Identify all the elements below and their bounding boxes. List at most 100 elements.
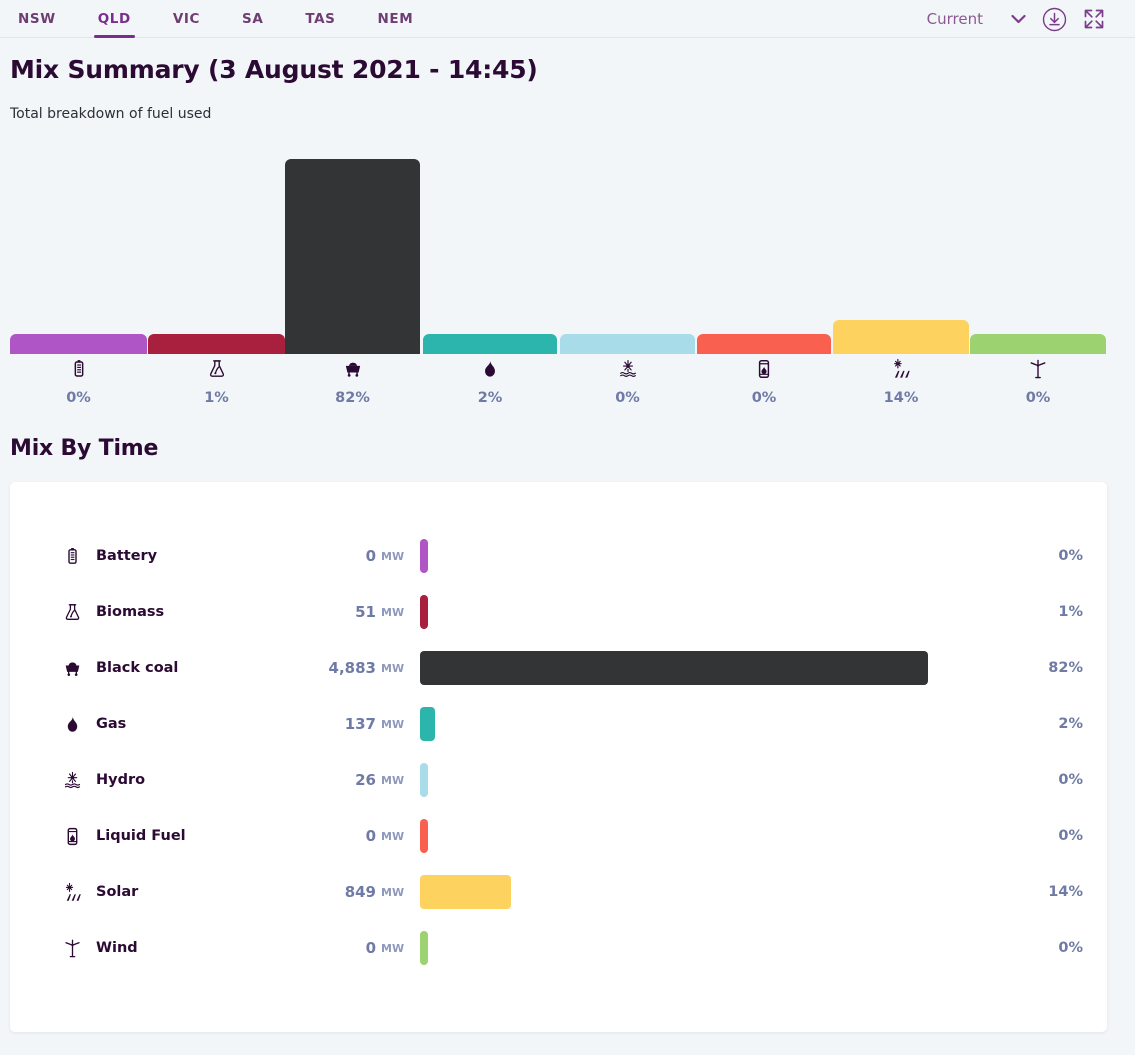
fuel-label: Black coal — [96, 660, 179, 676]
fuel-label: Solar — [96, 884, 139, 900]
fuel-label: Gas — [96, 716, 127, 732]
mix-summary-legend: 0% 1% 82% 2% 0% 0% 14% 0% — [0, 354, 1135, 432]
summary-legend-battery[interactable]: 0% — [9, 354, 149, 406]
fuel-bar-track — [420, 930, 1023, 966]
gas-flame-icon — [420, 354, 560, 384]
summary-bar-black-coal[interactable] — [285, 159, 420, 354]
fuel-percent: 0% — [1058, 940, 1083, 956]
table-row[interactable]: Biomass 51 MW 1% — [10, 584, 1107, 640]
page-subtitle: Total breakdown of fuel used — [10, 106, 212, 122]
fuel-label: Wind — [96, 940, 138, 956]
region-tab-label: NEM — [377, 11, 414, 27]
region-tab-label: NSW — [18, 11, 56, 27]
table-row[interactable]: Liquid Fuel 0 MW 0% — [10, 808, 1107, 864]
summary-bar-biomass[interactable] — [148, 334, 285, 354]
summary-legend-percent: 0% — [1025, 390, 1051, 406]
fuel-label: Battery — [96, 548, 158, 564]
table-row[interactable]: Hydro 26 MW 0% — [10, 752, 1107, 808]
coal-cart-icon — [62, 658, 92, 679]
mix-summary-bar-chart — [0, 144, 1135, 354]
fuel-unit: MW — [381, 717, 405, 731]
table-row[interactable]: Battery 0 MW 0% — [10, 528, 1107, 584]
chevron-down-icon — [1011, 14, 1026, 24]
summary-legend-percent: 0% — [751, 390, 777, 406]
mix-summary-page: NSW QLD VIC SA TAS NEM Current Mix Summa… — [0, 0, 1135, 1055]
fuel-bar[interactable] — [420, 539, 428, 573]
summary-legend-percent: 82% — [335, 390, 370, 406]
toolbar-actions: Current — [927, 0, 1125, 38]
fuel-bar[interactable] — [420, 651, 928, 685]
region-tab-nem[interactable]: NEM — [370, 0, 422, 38]
region-tab-label: TAS — [305, 11, 336, 27]
summary-legend-biomass[interactable]: 1% — [147, 354, 287, 406]
fullscreen-icon — [1083, 8, 1105, 30]
fuel-bar[interactable] — [420, 763, 428, 797]
fuel-value: 0 — [365, 547, 376, 565]
fuel-value: 849 — [344, 883, 376, 901]
summary-bar-hydro[interactable] — [560, 334, 695, 354]
summary-bar-gas[interactable] — [423, 334, 557, 354]
fuel-bar-track — [420, 706, 1023, 742]
summary-legend-percent: 2% — [477, 390, 503, 406]
fuel-value: 26 — [355, 771, 376, 789]
summary-legend-percent: 1% — [204, 390, 229, 406]
fuel-bar[interactable] — [420, 819, 428, 853]
liquid-fuel-icon — [694, 354, 834, 384]
period-select-value: Current — [926, 10, 983, 28]
fuel-percent: 1% — [1058, 604, 1083, 620]
fuel-label: Biomass — [96, 604, 165, 620]
fuel-bar-track — [420, 650, 1023, 686]
download-button[interactable] — [1042, 7, 1067, 32]
hydro-icon — [558, 354, 698, 384]
region-tab-label: SA — [242, 11, 264, 27]
summary-bar-solar[interactable] — [833, 320, 969, 354]
fuel-bar-track — [420, 594, 1023, 630]
region-tab-list: NSW QLD VIC SA TAS NEM — [10, 0, 421, 38]
summary-legend-wind[interactable]: 0% — [968, 354, 1108, 406]
fuel-unit: MW — [381, 549, 405, 563]
mix-by-time-title: Mix By Time — [10, 436, 159, 461]
fuel-label: Liquid Fuel — [96, 828, 186, 844]
table-row[interactable]: Wind 0 MW 0% — [10, 920, 1107, 976]
summary-legend-percent: 0% — [66, 390, 91, 406]
region-tab-sa[interactable]: SA — [234, 0, 271, 38]
fuel-bar[interactable] — [420, 875, 511, 909]
table-row[interactable]: Black coal 4,883 MW 82% — [10, 640, 1107, 696]
coal-cart-icon — [283, 354, 423, 384]
region-tab-qld[interactable]: QLD — [90, 0, 139, 38]
download-icon — [1042, 7, 1067, 32]
fuel-value: 4,883 — [328, 659, 376, 677]
period-select[interactable]: Current — [927, 10, 1026, 28]
fuel-bar[interactable] — [420, 931, 428, 965]
region-tab-vic[interactable]: VIC — [165, 0, 208, 38]
fuel-bar-track — [420, 818, 1023, 854]
summary-legend-solar[interactable]: 14% — [831, 354, 971, 406]
summary-legend-liquid-fuel[interactable]: 0% — [694, 354, 834, 406]
region-tab-tas[interactable]: TAS — [297, 0, 343, 38]
table-row[interactable]: Gas 137 MW 2% — [10, 696, 1107, 752]
solar-icon — [62, 882, 92, 903]
summary-legend-black-coal[interactable]: 82% — [283, 354, 423, 406]
fuel-percent: 0% — [1058, 828, 1083, 844]
fuel-bar[interactable] — [420, 595, 428, 629]
summary-bar-wind[interactable] — [970, 334, 1106, 354]
summary-legend-hydro[interactable]: 0% — [558, 354, 698, 406]
region-tab-label: VIC — [172, 11, 200, 27]
summary-bar-battery[interactable] — [10, 334, 147, 354]
summary-legend-percent: 14% — [883, 390, 919, 406]
fuel-bar[interactable] — [420, 707, 435, 741]
wind-turbine-icon — [968, 354, 1108, 384]
biomass-flask-icon — [147, 354, 287, 384]
region-tab-nsw[interactable]: NSW — [10, 0, 64, 38]
gas-flame-icon — [62, 714, 92, 735]
fuel-unit: MW — [381, 661, 405, 675]
table-row[interactable]: Solar 849 MW 14% — [10, 864, 1107, 920]
biomass-flask-icon — [62, 602, 92, 623]
fullscreen-button[interactable] — [1083, 8, 1105, 30]
fuel-value: 0 — [365, 939, 376, 957]
summary-legend-gas[interactable]: 2% — [420, 354, 560, 406]
fuel-unit: MW — [381, 885, 405, 899]
fuel-value: 51 — [355, 603, 376, 621]
fuel-unit: MW — [381, 829, 405, 843]
summary-bar-liquid-fuel[interactable] — [697, 334, 831, 354]
